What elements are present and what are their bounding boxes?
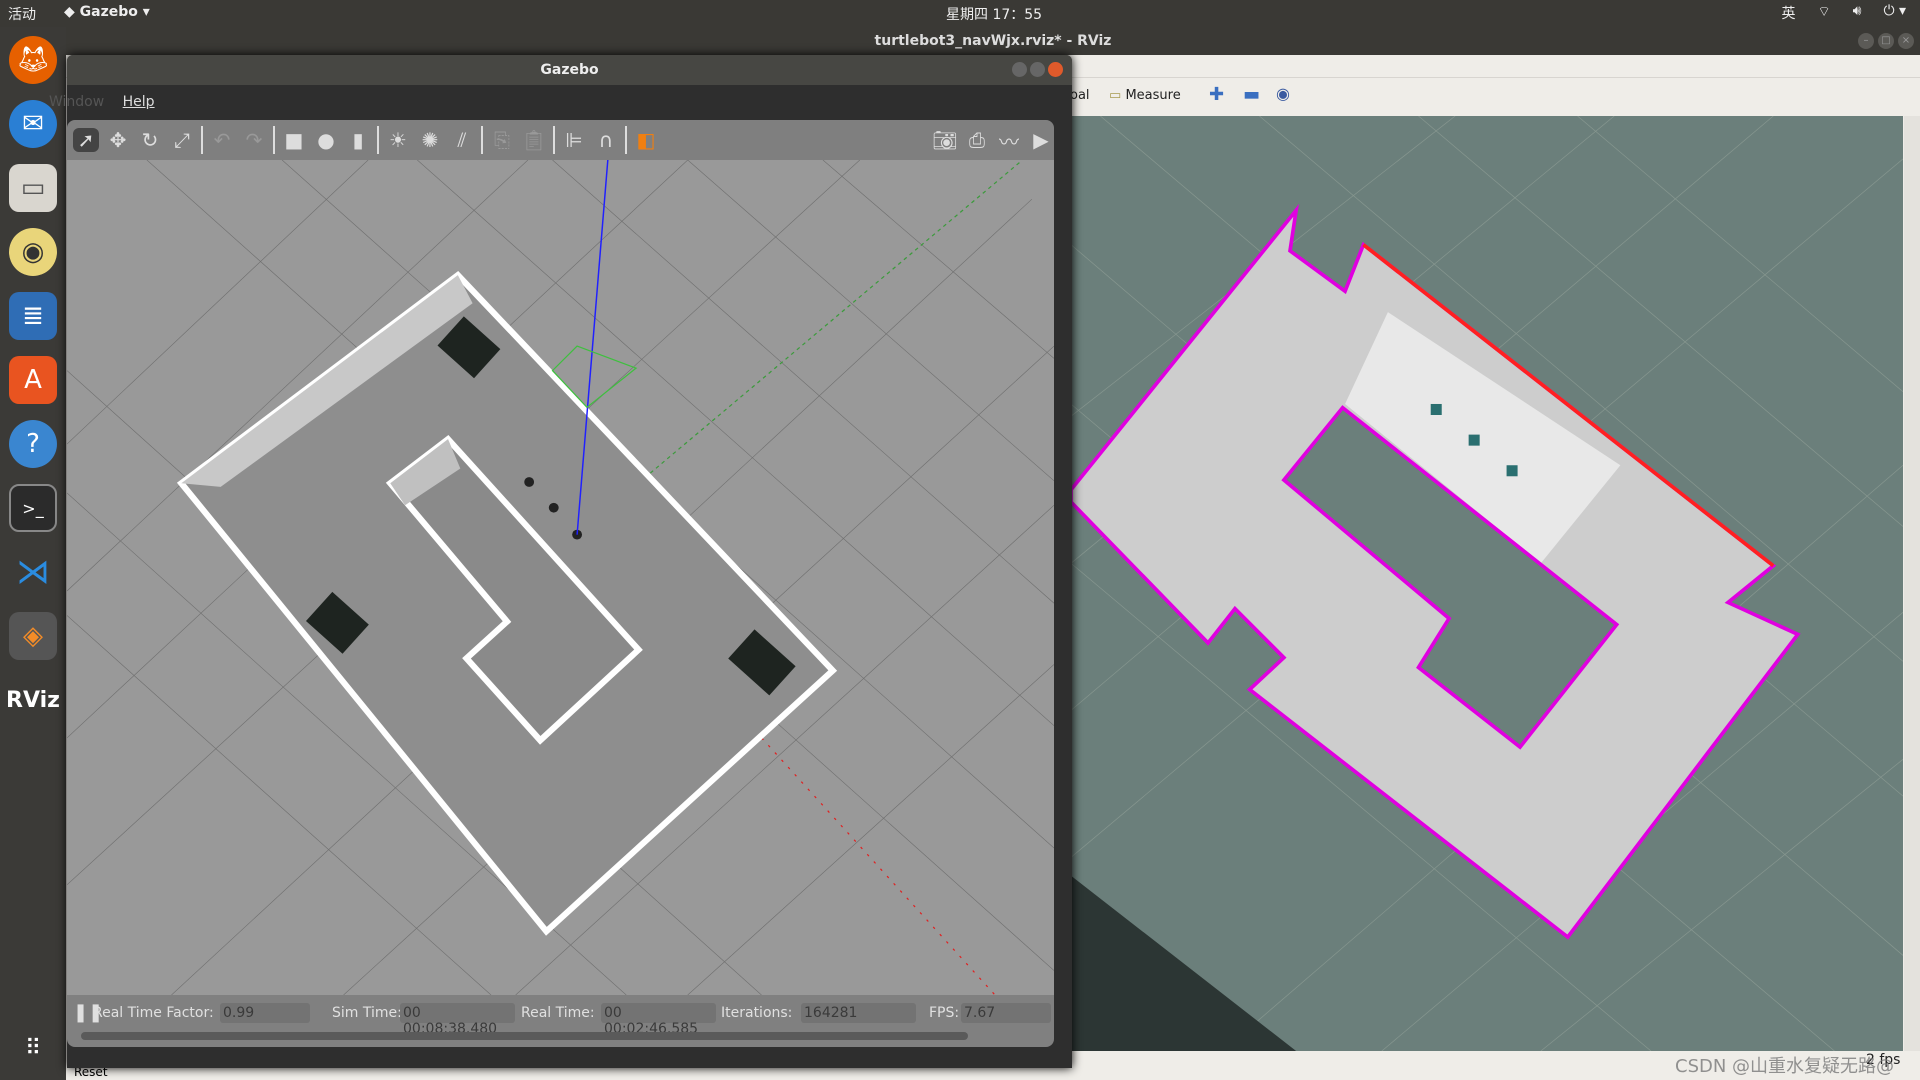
rtf-value: 0.99: [220, 1003, 310, 1023]
2d-nav-goal-tool[interactable]: oal: [1070, 88, 1090, 103]
rviz-icon[interactable]: RViz: [6, 676, 60, 724]
iterations-value: 164281: [801, 1003, 916, 1023]
files-icon[interactable]: ▭: [9, 164, 57, 212]
divider: [553, 126, 555, 154]
divider: [625, 126, 627, 154]
select-tool-icon[interactable]: ➚: [73, 128, 99, 152]
side-panel-handle[interactable]: [1904, 116, 1920, 1051]
cylinder-shape-icon[interactable]: ▮: [345, 128, 371, 152]
gazebo-window: Gazebo Window Help ➚ ✥ ↻ ⤢ ↶ ↷ ■ ● ▮ ☀ ✺…: [49, 55, 1072, 1068]
app-menu-label: Gazebo: [79, 4, 138, 20]
fps-value: 7.67: [961, 1003, 1051, 1023]
vscode-icon[interactable]: ⋊: [9, 548, 57, 596]
ruler-icon: ▭: [1109, 88, 1122, 103]
robot-pose: [1468, 434, 1480, 446]
terminal-icon[interactable]: >_: [9, 484, 57, 532]
minimize-button[interactable]: [1012, 62, 1027, 77]
iterations-label: Iterations:: [721, 1005, 793, 1021]
measure-label: Measure: [1125, 88, 1181, 103]
minimize-button[interactable]: –: [1858, 33, 1874, 49]
paste-icon[interactable]: 📋︎: [521, 128, 547, 152]
maximize-button[interactable]: □: [1878, 33, 1894, 49]
volume-icon[interactable]: 🔊︎: [1853, 3, 1862, 23]
scene-render: [66, 159, 1055, 996]
top-bar: 活动 ◆ Gazebo ▾ 星期四 17：55 英 ⌔ 🔊︎ ⏻ ▾: [0, 0, 1920, 27]
video-record-icon[interactable]: ▶: [1028, 128, 1054, 152]
app-menu[interactable]: ◆ Gazebo ▾: [64, 4, 150, 20]
directional-light-icon[interactable]: ⫽: [449, 128, 475, 152]
dark-region: [1071, 875, 1297, 1051]
divider: [201, 126, 203, 154]
rotate-tool-icon[interactable]: ↻: [137, 128, 163, 152]
log-icon[interactable]: ⎙: [964, 128, 990, 152]
undo-icon[interactable]: ↶: [209, 128, 235, 152]
help-icon[interactable]: ?: [9, 420, 57, 468]
measure-tool[interactable]: ▭ Measure: [1109, 88, 1181, 103]
close-button[interactable]: [1048, 62, 1063, 77]
writer-icon[interactable]: ≣: [9, 292, 57, 340]
map-render: [1069, 115, 1904, 1052]
horizontal-scrollbar[interactable]: [81, 1032, 968, 1040]
copy-icon[interactable]: ⎘: [489, 128, 515, 152]
wifi-icon[interactable]: ⌔: [1817, 3, 1830, 23]
firefox-icon[interactable]: 🦊︎: [9, 36, 57, 84]
gazebo-title: Gazebo: [67, 55, 1072, 85]
fps-label: FPS:: [929, 1005, 960, 1021]
watermark: CSDN @山重水复疑无路@: [1675, 1056, 1895, 1077]
gazebo-menubar: Window Help: [49, 85, 1072, 118]
robot-pose: [1430, 403, 1442, 416]
align-icon[interactable]: ⊫: [561, 128, 587, 152]
snap-icon[interactable]: ∩: [593, 128, 619, 152]
real-time-value: 00 00:02:46.585: [601, 1003, 716, 1037]
rviz-title: turtlebot3_navWjx.rviz* - RViz: [66, 27, 1920, 55]
plot-icon[interactable]: 〰: [996, 126, 1022, 155]
divider: [377, 126, 379, 154]
robot-pose: [1506, 465, 1518, 477]
divider: [481, 126, 483, 154]
spot-light-icon[interactable]: ✺: [417, 128, 443, 152]
view-angle-icon[interactable]: ◧: [633, 128, 659, 152]
maximize-button[interactable]: [1030, 62, 1045, 77]
point-light-icon[interactable]: ☀: [385, 128, 411, 152]
dock: 🦊︎ ✉ ▭ ◉ ≣ A ? >_ ⋊ ◈ RViz ⠿: [0, 27, 66, 1080]
gazebo-icon[interactable]: ◈: [9, 612, 57, 660]
divider: [273, 126, 275, 154]
software-icon[interactable]: A: [9, 356, 57, 404]
sim-time-value: 00 00:08:38.480: [400, 1003, 515, 1037]
redo-icon[interactable]: ↷: [241, 128, 267, 152]
box-shape-icon[interactable]: ■: [281, 128, 307, 152]
sphere-shape-icon[interactable]: ●: [313, 128, 339, 152]
clock[interactable]: 星期四 17：55: [946, 4, 1042, 24]
input-method[interactable]: 英: [1781, 3, 1795, 23]
scale-tool-icon[interactable]: ⤢: [169, 128, 195, 152]
activities-button[interactable]: 活动: [8, 4, 36, 24]
gazebo-toolbar: ➚ ✥ ↻ ⤢ ↶ ↷ ■ ● ▮ ☀ ✺ ⫽ ⎘ 📋︎ ⊫ ∩ ◧ 📷︎ ⎙ …: [67, 120, 1054, 160]
show-applications-icon[interactable]: ⠿: [9, 1024, 57, 1072]
menu-window[interactable]: Window: [49, 94, 104, 110]
translate-tool-icon[interactable]: ✥: [105, 128, 131, 152]
real-time-label: Real Time:: [521, 1005, 595, 1021]
close-button[interactable]: ×: [1898, 33, 1914, 49]
system-tray[interactable]: 英 ⌔ 🔊︎ ⏻ ▾: [1781, 3, 1906, 23]
add-tool-icon[interactable]: ✚: [1209, 84, 1224, 105]
power-icon[interactable]: ⏻ ▾: [1883, 3, 1906, 23]
gazebo-status-bar: ❚❚ Real Time Factor: 0.99 Sim Time: 00 0…: [67, 995, 1054, 1047]
remove-tool-icon[interactable]: ▬: [1243, 84, 1260, 105]
gazebo-3d-view[interactable]: [66, 159, 1055, 996]
rviz-3d-view[interactable]: [1069, 115, 1904, 1052]
screenshot-icon[interactable]: 📷︎: [932, 128, 958, 152]
camera-view-icon[interactable]: ◉: [1276, 84, 1290, 103]
rhythmbox-icon[interactable]: ◉: [9, 228, 57, 276]
menu-help[interactable]: Help: [123, 94, 155, 110]
sim-time-label: Sim Time:: [332, 1005, 402, 1021]
rtf-label: Real Time Factor:: [93, 1005, 214, 1021]
